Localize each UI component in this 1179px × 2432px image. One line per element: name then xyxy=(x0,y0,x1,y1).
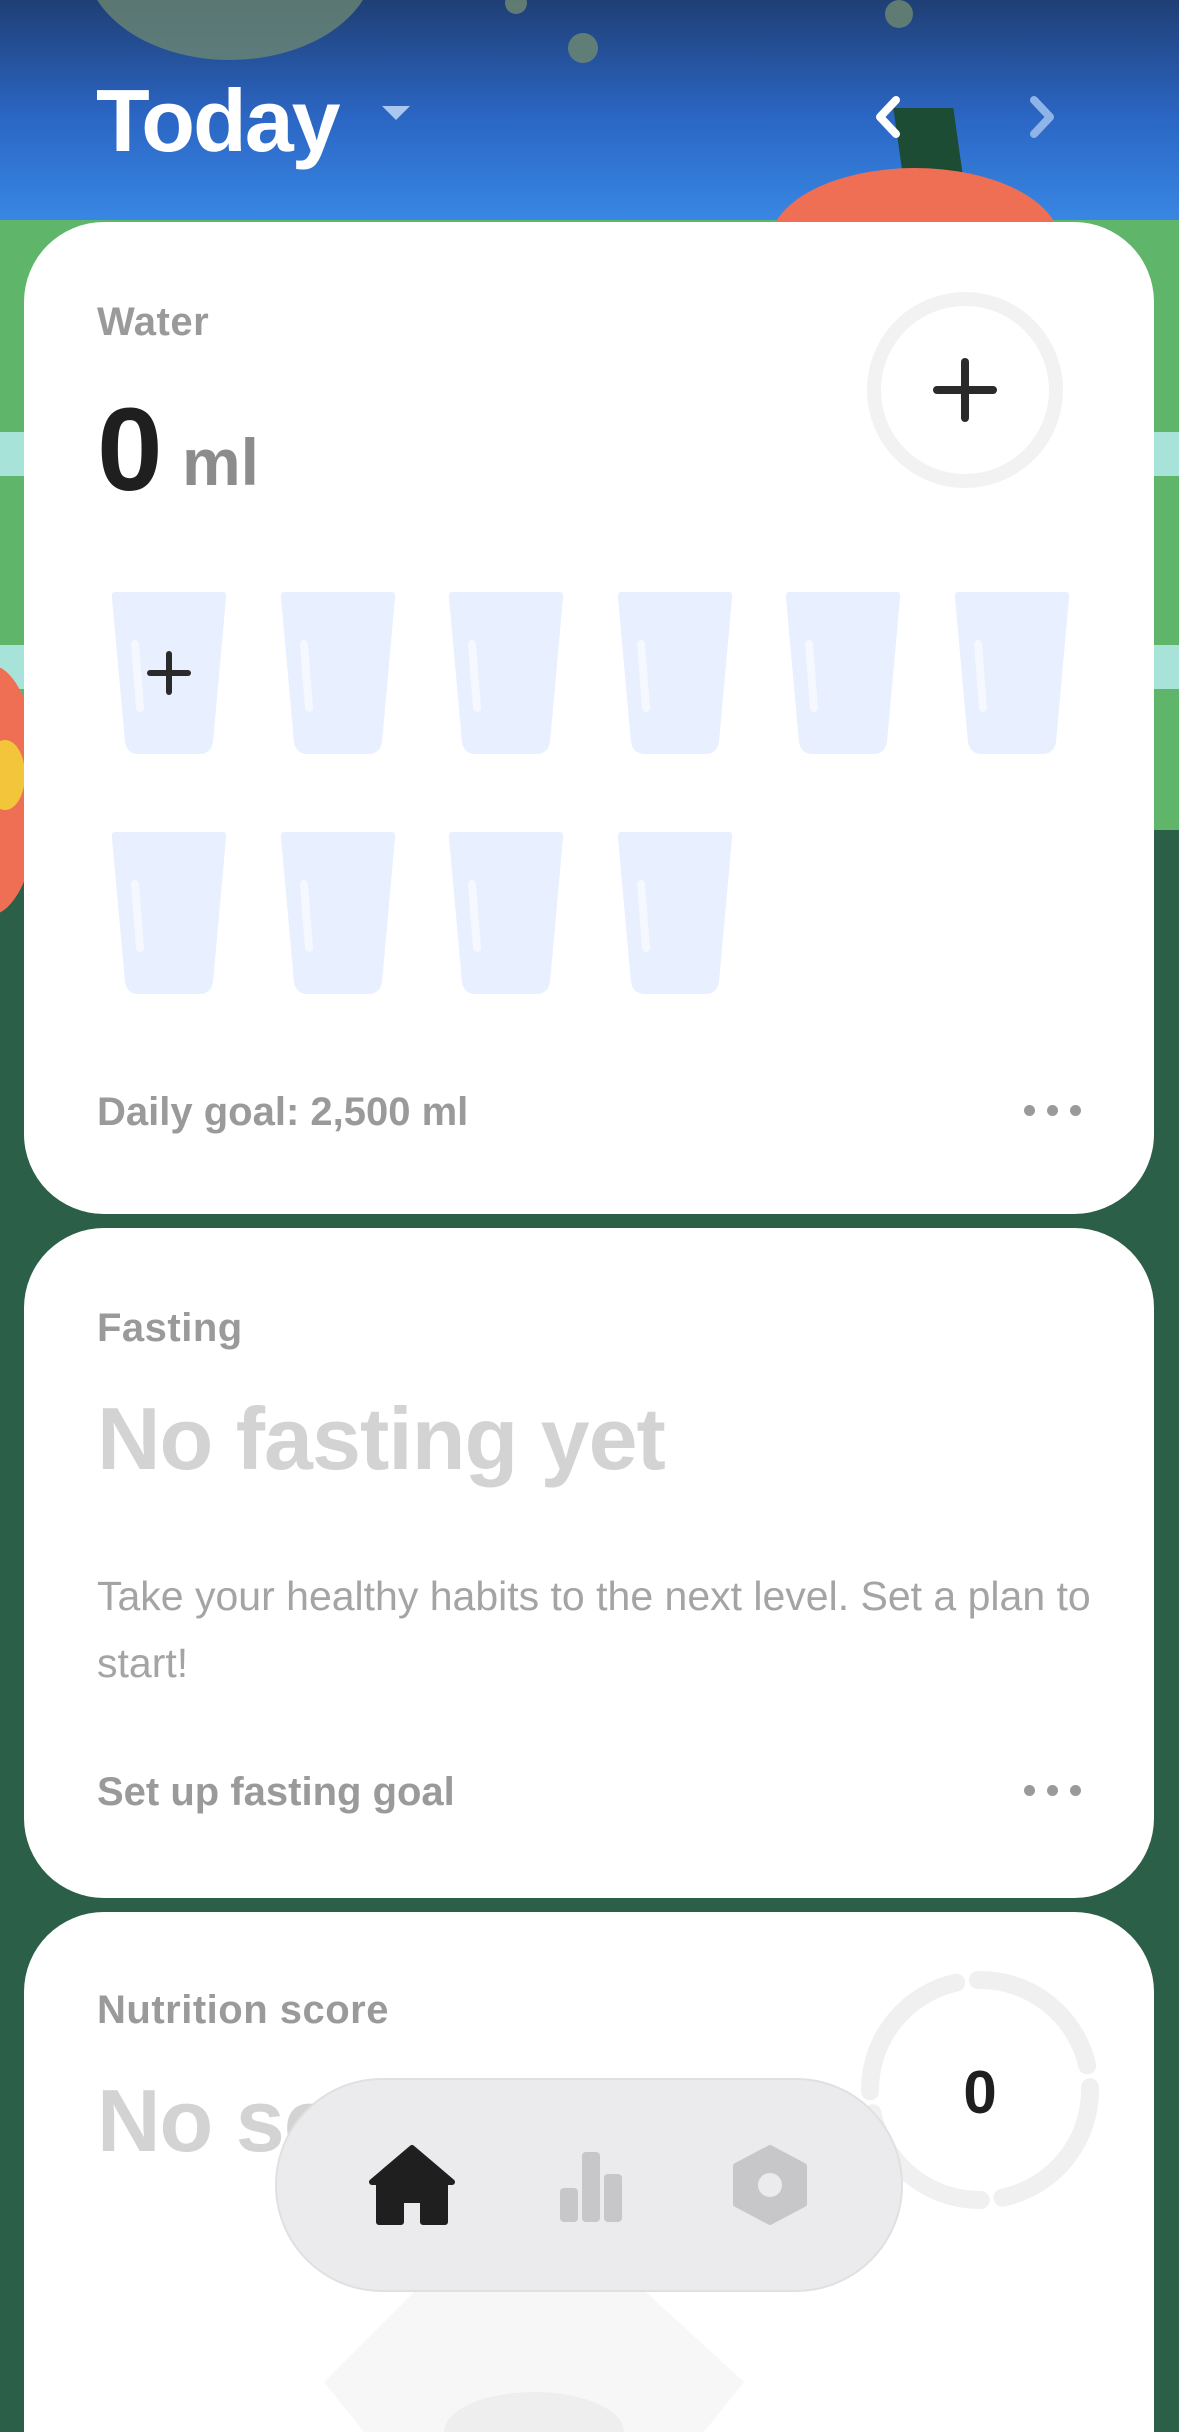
water-glass[interactable] xyxy=(952,588,1072,756)
water-amount: 0 xyxy=(97,384,163,516)
water-card: Water 0 ml Daily goal: 2,500 ml xyxy=(24,222,1154,1214)
water-daily-goal: Daily goal: 2,500 ml xyxy=(97,1090,469,1134)
header: Today xyxy=(96,70,1086,170)
water-glass[interactable] xyxy=(446,828,566,996)
settings-icon xyxy=(733,2145,807,2225)
fasting-label: Fasting xyxy=(97,1306,243,1350)
water-more-button[interactable] xyxy=(1024,1100,1084,1120)
stats-icon xyxy=(560,2152,622,2222)
more-dot xyxy=(1024,1105,1035,1116)
add-glass-button[interactable] xyxy=(109,588,229,756)
fasting-description: Take your healthy habits to the next lev… xyxy=(97,1573,1091,1686)
nutrition-score-value: 0 xyxy=(963,2059,997,2126)
more-dot xyxy=(1070,1105,1081,1116)
water-glass[interactable] xyxy=(278,588,398,756)
water-glass[interactable] xyxy=(278,828,398,996)
water-glass[interactable] xyxy=(783,588,903,756)
add-water-button[interactable] xyxy=(867,292,1063,488)
water-glass[interactable] xyxy=(615,828,735,996)
nutrition-label: Nutrition score xyxy=(97,1988,389,2032)
fasting-title: No fasting yet xyxy=(97,1389,666,1488)
fasting-more-button[interactable] xyxy=(1024,1780,1084,1800)
page-title[interactable]: Today xyxy=(96,70,341,172)
more-dot xyxy=(1024,1785,1035,1796)
previous-day-button[interactable] xyxy=(866,92,916,142)
more-dot xyxy=(1047,1105,1058,1116)
star-dot xyxy=(568,33,598,63)
water-unit: ml xyxy=(182,425,260,499)
next-day-button[interactable] xyxy=(1014,92,1064,142)
water-glass[interactable] xyxy=(109,828,229,996)
fasting-card: Fasting No fasting yet Take your healthy… xyxy=(24,1228,1154,1898)
water-glass[interactable] xyxy=(615,588,735,756)
star-dot xyxy=(885,0,913,28)
caret-down-icon[interactable] xyxy=(382,106,410,120)
chevron-left-icon xyxy=(876,96,900,138)
tab-home[interactable] xyxy=(357,2130,467,2240)
chevron-right-icon xyxy=(1030,96,1054,138)
tab-stats[interactable] xyxy=(536,2130,646,2240)
home-icon xyxy=(369,2145,455,2225)
water-glass[interactable] xyxy=(446,588,566,756)
setup-fasting-goal-link[interactable]: Set up fasting goal xyxy=(97,1770,455,1815)
bottom-tab-bar xyxy=(275,2078,903,2292)
water-label: Water xyxy=(97,300,210,344)
tab-settings[interactable] xyxy=(715,2130,825,2240)
plus-icon xyxy=(933,358,997,422)
more-dot xyxy=(1047,1785,1058,1796)
more-dot xyxy=(1070,1785,1081,1796)
decorative-hexagon xyxy=(324,2272,744,2432)
